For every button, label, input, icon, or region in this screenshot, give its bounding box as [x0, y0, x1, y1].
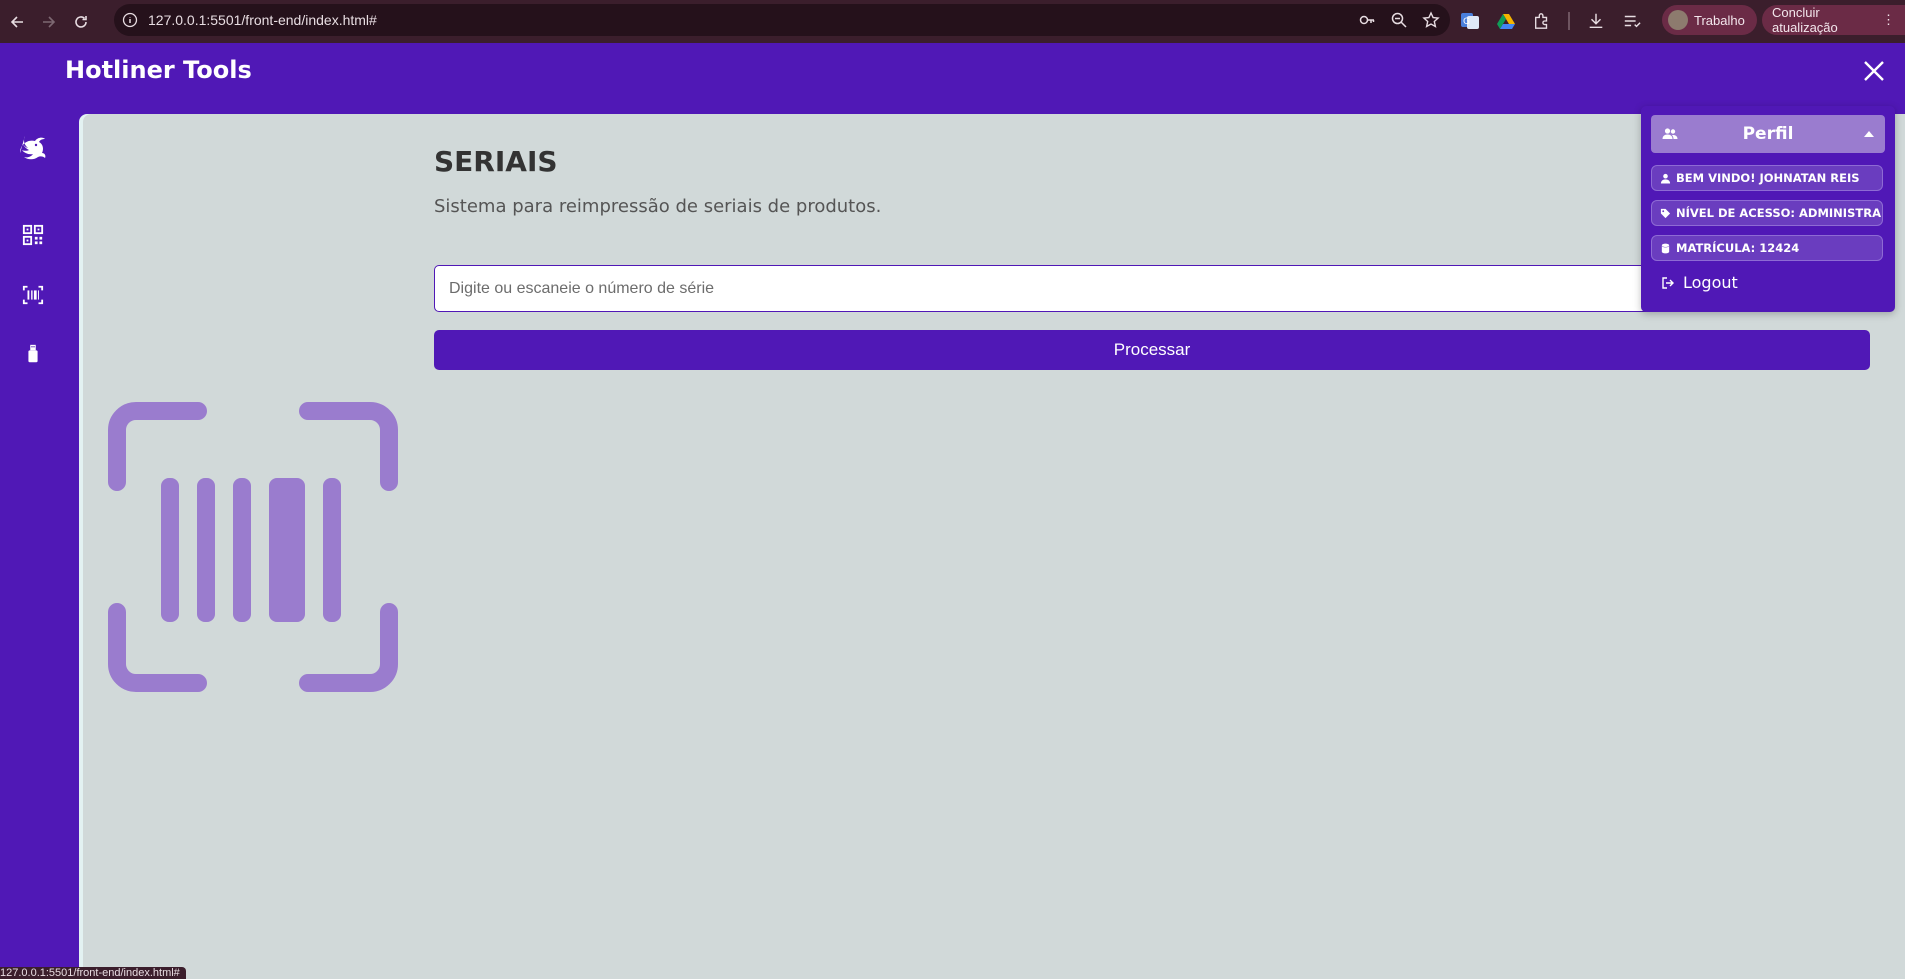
welcome-text: BEM VINDO! JOHNATAN REIS [1676, 171, 1860, 185]
status-bar-url: 127.0.0.1:5501/front-end/index.html# [0, 967, 186, 979]
extensions-puzzle-icon[interactable] [1532, 11, 1552, 31]
svg-text:G: G [1463, 17, 1470, 27]
reading-list-icon[interactable] [1622, 11, 1642, 31]
browser-profile-button[interactable]: Trabalho [1662, 5, 1757, 35]
qr-code-icon[interactable] [18, 220, 48, 250]
update-label: Concluir atualização [1772, 5, 1838, 35]
avatar [1668, 10, 1688, 30]
app-header: Hotliner Tools [0, 43, 1905, 97]
forward-icon[interactable] [34, 7, 64, 37]
translate-extension-icon[interactable]: G [1460, 11, 1480, 31]
menu-kebab-icon[interactable]: ⋮ [1882, 12, 1895, 28]
page-title: SERIAIS [434, 145, 558, 178]
site-info-icon[interactable] [122, 12, 138, 28]
profile-toggle-button[interactable]: Perfil [1651, 115, 1885, 153]
downloads-icon[interactable] [1586, 11, 1606, 31]
app-title: Hotliner Tools [65, 56, 252, 84]
registration-badge: MATRÍCULA: 12424 [1651, 235, 1883, 261]
address-url[interactable]: 127.0.0.1:5501/front-end/index.html# [148, 12, 377, 28]
registration-text: MATRÍCULA: 12424 [1676, 241, 1800, 255]
process-button[interactable]: Processar [434, 330, 1870, 370]
tags-icon [1660, 208, 1671, 218]
password-key-icon[interactable] [1358, 11, 1376, 29]
user-icon [1660, 173, 1671, 184]
welcome-badge: BEM VINDO! JOHNATAN REIS [1651, 165, 1883, 191]
access-level-text: NÍVEL DE ACESSO: ADMINISTRADOR [1676, 206, 1882, 220]
caret-up-icon [1864, 131, 1874, 137]
reload-icon[interactable] [66, 7, 96, 37]
close-icon[interactable] [1860, 57, 1888, 85]
back-icon[interactable] [2, 7, 32, 37]
barcode-scan-icon[interactable] [18, 280, 48, 310]
logout-label: Logout [1683, 273, 1738, 292]
profile-header-label: Perfil [1742, 124, 1794, 144]
database-icon [1661, 243, 1670, 253]
main-panel: SERIAIS Sistema para reimpressão de seri… [83, 114, 1905, 979]
drive-extension-icon[interactable] [1496, 11, 1516, 31]
bookmark-star-icon[interactable] [1422, 11, 1440, 29]
logout-icon [1662, 276, 1674, 289]
address-bar[interactable]: 127.0.0.1:5501/front-end/index.html# [114, 4, 1450, 36]
toolbar-divider [1568, 12, 1570, 30]
zoom-icon[interactable] [1390, 11, 1408, 29]
profile-label: Trabalho [1694, 12, 1745, 28]
access-level-badge: NÍVEL DE ACESSO: ADMINISTRADOR [1651, 200, 1883, 226]
browser-toolbar: 127.0.0.1:5501/front-end/index.html# G T… [0, 0, 1905, 43]
dragon-logo-icon[interactable] [14, 133, 48, 167]
usb-icon[interactable] [18, 339, 48, 369]
sidebar [0, 97, 65, 979]
barcode-illustration-icon [108, 402, 398, 692]
profile-dropdown: Perfil BEM VINDO! JOHNATAN REIS NÍVEL DE… [1641, 106, 1895, 312]
logout-button[interactable]: Logout [1661, 273, 1738, 292]
update-button[interactable]: Concluir atualização ⋮ [1762, 5, 1905, 35]
page-subtitle: Sistema para reimpressão de seriais de p… [434, 196, 882, 217]
